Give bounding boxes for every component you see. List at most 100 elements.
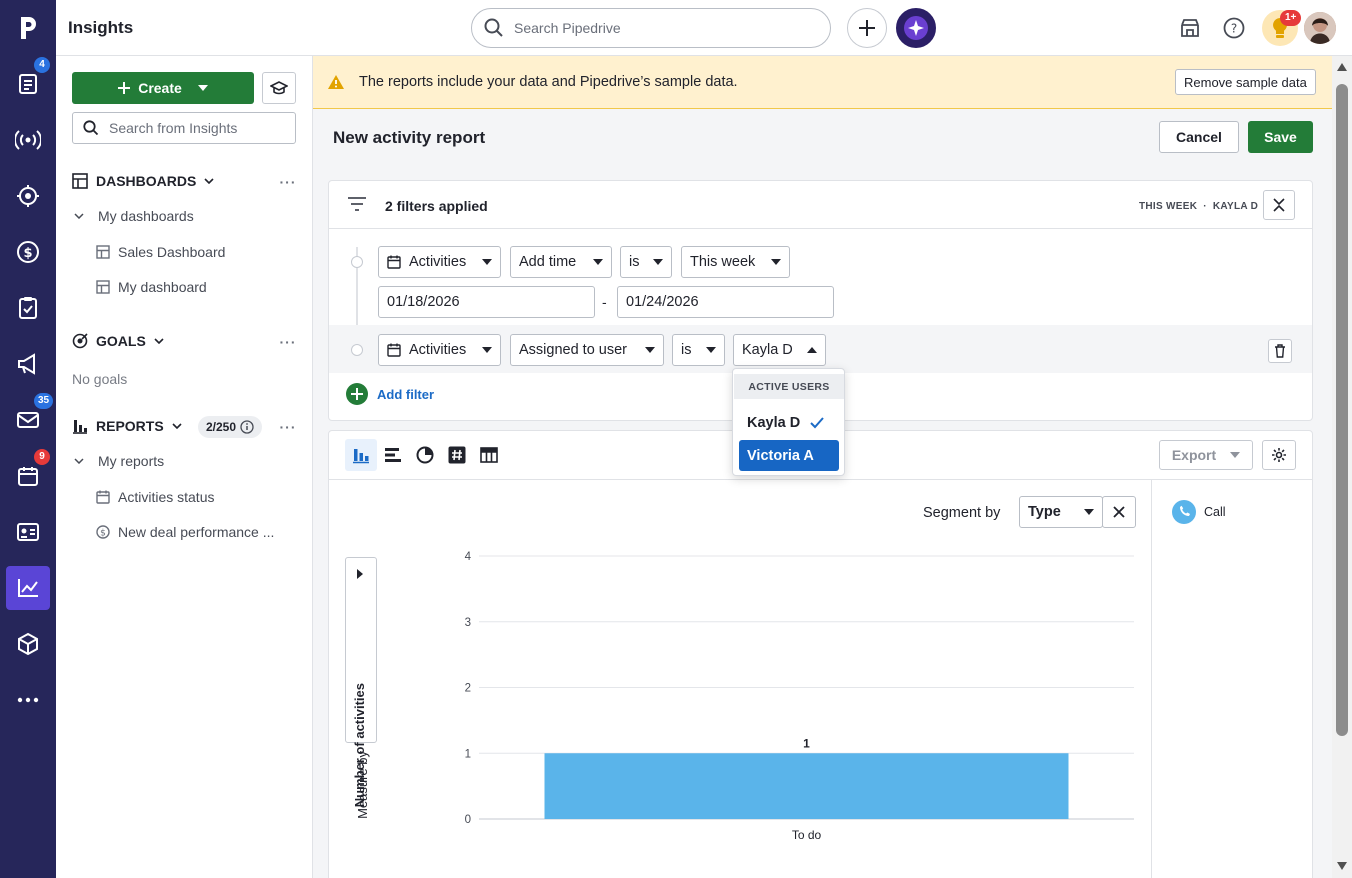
notifications-badge: 1+: [1280, 10, 1302, 26]
filter2-operator-dropdown[interactable]: is: [672, 334, 725, 366]
scroll-thumb[interactable]: [1336, 84, 1348, 736]
menu-option-kayla-d[interactable]: Kayla D: [739, 407, 839, 438]
segment-by-dropdown[interactable]: Type: [1019, 496, 1103, 528]
my-reports-folder[interactable]: My reports: [74, 453, 164, 469]
reports-more-icon[interactable]: ···: [278, 417, 298, 437]
deals-dollar-icon[interactable]: $: [6, 230, 50, 274]
checkmark-icon: [810, 416, 824, 428]
phone-icon: [1172, 500, 1196, 524]
contacts-card-icon[interactable]: [6, 510, 50, 554]
products-box-icon[interactable]: [6, 622, 50, 666]
dropdown-value: Kayla D: [742, 342, 793, 358]
clear-segment-button[interactable]: [1102, 496, 1136, 528]
y-tick-label: 4: [465, 551, 472, 563]
sidebar-item-my-dashboard[interactable]: My dashboard: [96, 279, 207, 295]
sidebar-item-sales-dashboard[interactable]: Sales Dashboard: [96, 244, 225, 260]
pipedrive-logo[interactable]: [6, 6, 50, 50]
target-icon[interactable]: [6, 174, 50, 218]
sparkle-icon: [904, 16, 928, 40]
add-filter-button[interactable]: Add filter: [345, 382, 434, 406]
dropdown-value: Add time: [519, 254, 577, 270]
sidebar-item-new-deal-performance[interactable]: $ New deal performance ...: [96, 524, 274, 540]
sidebar-item-label: My dashboard: [118, 279, 207, 295]
plus-icon: [118, 82, 131, 94]
ai-assistant-button[interactable]: [896, 8, 936, 48]
filter1-entity-dropdown[interactable]: Activities: [378, 246, 501, 278]
remove-sample-data-button[interactable]: Remove sample data: [1175, 69, 1316, 95]
date-from-input[interactable]: 01/18/2026: [378, 286, 595, 318]
dropdown-value: is: [681, 342, 692, 358]
chart-bar[interactable]: [544, 753, 1069, 819]
dropdown-value: Assigned to user: [519, 342, 628, 358]
calendar-icon: [387, 255, 401, 269]
my-reports-label: My reports: [98, 453, 165, 469]
y-tick-label: 0: [465, 814, 471, 826]
filters-header: 2 filters applied THIS WEEK · KAYLA D: [329, 181, 1312, 229]
global-search-input[interactable]: Search Pipedrive: [471, 8, 831, 48]
sidebar-item-activities-status[interactable]: Activities status: [96, 489, 214, 505]
filter1-field-dropdown[interactable]: Add time: [510, 246, 612, 278]
caret-right-icon: [357, 569, 363, 579]
scroll-up-arrow-icon[interactable]: [1337, 63, 1347, 71]
page-scrollbar[interactable]: [1332, 56, 1352, 878]
deals-radar-icon[interactable]: [6, 118, 50, 162]
scorecard-button[interactable]: [441, 439, 473, 471]
filter2-value-dropdown[interactable]: Kayla D: [733, 334, 826, 366]
export-label: Export: [1171, 447, 1217, 463]
campaigns-megaphone-icon[interactable]: [6, 342, 50, 386]
close-icon: [1113, 506, 1125, 518]
save-button[interactable]: Save: [1248, 121, 1313, 153]
search-icon: [484, 18, 503, 37]
plus-circle-icon: [346, 383, 368, 405]
collapse-filters-button[interactable]: [1263, 190, 1295, 220]
export-button[interactable]: Export: [1159, 440, 1253, 470]
chart-settings-button[interactable]: [1262, 440, 1296, 470]
bar-chart-button[interactable]: [377, 439, 409, 471]
dashboards-more-icon[interactable]: ···: [278, 172, 298, 192]
more-icon[interactable]: [6, 678, 50, 722]
delete-filter-button[interactable]: [1268, 339, 1292, 363]
chevron-down-icon: [154, 338, 164, 344]
svg-text:$: $: [100, 529, 106, 539]
dashboards-heading: DASHBOARDS: [96, 173, 197, 189]
insights-sidebar: Create Search from Insights DASHBOARDS ·…: [56, 56, 313, 878]
caret-down-icon: [1230, 452, 1241, 458]
caret-down-icon: [482, 347, 492, 353]
info-icon[interactable]: [240, 420, 254, 434]
scroll-down-arrow-icon[interactable]: [1337, 862, 1347, 870]
date-to-input[interactable]: 01/24/2026: [617, 286, 834, 318]
insights-search-input[interactable]: Search from Insights: [72, 112, 296, 144]
goals-section-header[interactable]: GOALS: [72, 333, 164, 349]
global-search-placeholder: Search Pipedrive: [514, 20, 621, 36]
y-tick-label: 3: [465, 617, 471, 629]
cancel-button[interactable]: Cancel: [1159, 121, 1239, 153]
insights-chart-icon[interactable]: [6, 566, 50, 610]
filter2-entity-dropdown[interactable]: Activities: [378, 334, 501, 366]
filter2-field-dropdown[interactable]: Assigned to user: [510, 334, 664, 366]
marketplace-icon[interactable]: [1176, 14, 1204, 42]
user-avatar[interactable]: [1304, 12, 1336, 44]
menu-option-victoria-a[interactable]: Victoria A: [739, 440, 839, 471]
chevron-down-icon: [74, 458, 84, 464]
segment-by-label: Segment by: [923, 505, 1001, 521]
legend-item-call[interactable]: Call: [1172, 500, 1226, 524]
quick-add-button[interactable]: [847, 8, 887, 48]
tasks-icon[interactable]: [6, 286, 50, 330]
reports-section-header[interactable]: REPORTS: [72, 418, 182, 434]
pie-chart-icon: [416, 446, 434, 464]
create-button[interactable]: Create: [72, 72, 254, 104]
pie-chart-button[interactable]: [409, 439, 441, 471]
measure-by-selector[interactable]: Number of activities: [345, 557, 377, 807]
menu-option-label: Kayla D: [747, 414, 801, 431]
filter1-value-dropdown[interactable]: This week: [681, 246, 790, 278]
search-icon: [83, 120, 99, 136]
filter1-operator-dropdown[interactable]: is: [620, 246, 672, 278]
leads-badge: 4: [34, 57, 50, 73]
academy-button[interactable]: [262, 72, 296, 104]
dashboards-section-header[interactable]: DASHBOARDS: [72, 173, 214, 189]
help-icon[interactable]: ?: [1220, 14, 1248, 42]
table-view-button[interactable]: [473, 439, 505, 471]
column-chart-button[interactable]: [345, 439, 377, 471]
my-dashboards-folder[interactable]: My dashboards: [74, 208, 194, 224]
goals-more-icon[interactable]: ···: [278, 332, 298, 352]
